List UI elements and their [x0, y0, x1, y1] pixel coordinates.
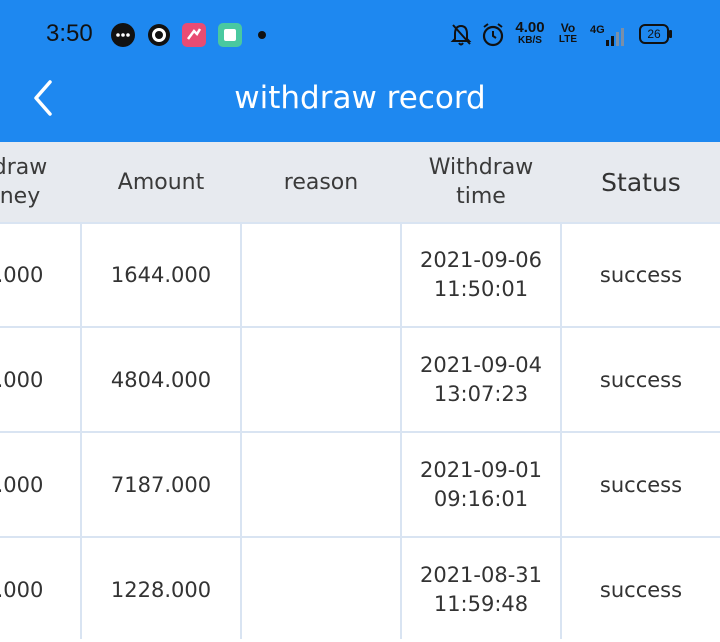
column-header-money-line2: ney: [0, 184, 41, 209]
network-speed-value: 4.00: [515, 19, 545, 36]
row-divider: [0, 536, 720, 538]
lte-label: LTE: [558, 34, 578, 45]
mute-bell-icon: [450, 24, 472, 46]
table-cell-date: 2021-08-31: [419, 563, 543, 587]
withdraw-table: draw ney Amount reason Withdraw time Statu…: [0, 142, 720, 639]
table-cell-status: success: [599, 472, 683, 497]
table-cell-date: 2021-09-01: [419, 458, 543, 482]
column-divider: [80, 222, 82, 639]
table-cell-clock: 11:59:48: [433, 592, 529, 616]
table-cell-status: success: [599, 577, 683, 602]
table-cell-reason: [241, 433, 401, 537]
top-bar: 3:50 4.00 KB/S Vo LTE 4G 26 withdraw rec…: [0, 0, 720, 142]
column-header-time-line1: Withdraw: [428, 155, 534, 180]
more-notifications-dot-icon: [258, 31, 266, 39]
table-cell-clock: 11:50:01: [433, 277, 529, 301]
battery-icon: 26: [639, 24, 669, 44]
column-header-withdraw-time: Withdraw time: [401, 142, 561, 222]
network-type-label: 4G: [590, 24, 605, 36]
gallery-notification-icon: [218, 23, 242, 47]
row-divider: [0, 326, 720, 328]
volte-label: Vo: [560, 21, 576, 35]
volte-indicator: Vo LTE: [556, 22, 580, 46]
status-time: 3:50: [46, 20, 93, 47]
column-divider: [240, 222, 242, 639]
table-cell-money: .000: [0, 577, 44, 602]
table-cell-money: .000: [0, 262, 44, 287]
column-divider: [400, 222, 402, 639]
table-cell-amount: 1228.000: [110, 577, 212, 602]
battery-level: 26: [647, 27, 661, 41]
column-header-money: draw ney: [0, 142, 80, 222]
row-divider: [0, 222, 720, 224]
table-cell-amount: 1644.000: [110, 262, 212, 287]
row-divider: [0, 431, 720, 433]
table-cell-date: 2021-09-04: [419, 353, 543, 377]
column-header-money-line1: draw: [0, 155, 48, 180]
column-header-reason: reason: [283, 169, 359, 195]
table-cell-withdraw-time: 2021-09-04 13:07:23: [401, 328, 561, 432]
table-cell-amount: 4804.000: [110, 367, 212, 392]
table-cell-date: 2021-09-06: [419, 248, 543, 272]
table-cell-reason: [241, 538, 401, 642]
table-cell-amount: 7187.000: [110, 472, 212, 497]
table-cell-status: success: [599, 262, 683, 287]
ring-notification-icon: [148, 24, 170, 46]
network-speed: 4.00 KB/S: [512, 19, 548, 47]
column-header-time-line2: time: [456, 184, 506, 209]
table-cell-withdraw-time: 2021-08-31 11:59:48: [401, 538, 561, 642]
table-cell-status: success: [599, 367, 683, 392]
app-notification-icon: [182, 23, 206, 47]
alarm-clock-icon: [482, 23, 504, 47]
column-header-status: Status: [601, 167, 681, 197]
signal-strength-icon: [606, 28, 624, 46]
page-title: withdraw record: [234, 80, 486, 116]
battery-tip: [669, 30, 672, 38]
table-cell-money: .000: [0, 367, 44, 392]
table-cell-reason: [241, 328, 401, 432]
table-cell-reason: [241, 223, 401, 327]
column-divider: [560, 222, 562, 639]
table-cell-withdraw-time: 2021-09-06 11:50:01: [401, 223, 561, 327]
table-cell-clock: 13:07:23: [433, 382, 529, 406]
chat-notification-icon: [111, 23, 135, 47]
table-cell-money: .000: [0, 472, 44, 497]
table-cell-clock: 09:16:01: [433, 487, 529, 511]
table-cell-withdraw-time: 2021-09-01 09:16:01: [401, 433, 561, 537]
column-header-amount: Amount: [117, 169, 205, 195]
